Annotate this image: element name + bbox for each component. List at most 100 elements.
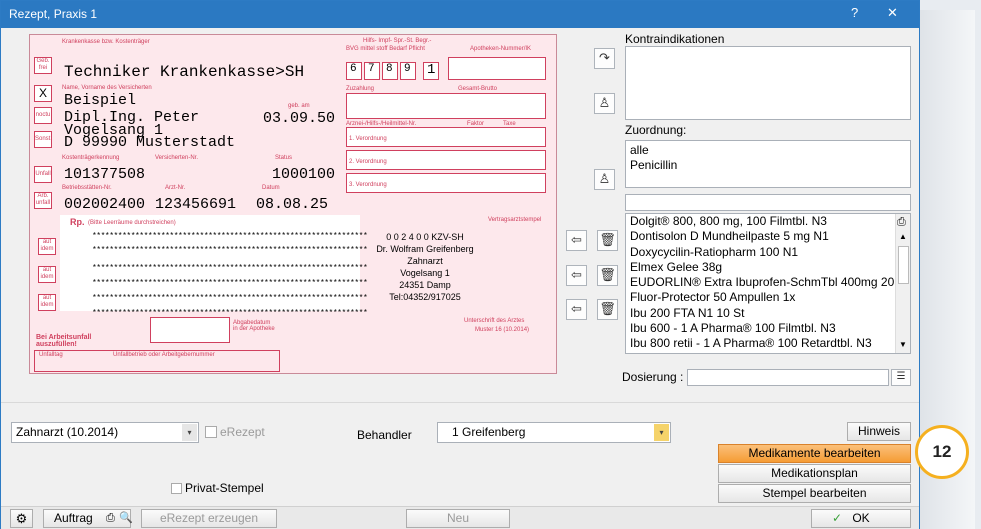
title-bar: Rezept, Praxis 1 ? ✕ <box>1 1 919 28</box>
geb-frei-box[interactable]: Geb. frei <box>34 57 52 74</box>
add-medication-3-button[interactable]: ⇦ <box>566 299 587 320</box>
chevron-down-icon[interactable]: ▾ <box>654 424 669 441</box>
arbeitsunfall-box[interactable]: Arb. unfall <box>34 192 52 209</box>
insurer-label: Krankenkasse bzw. Kostenträger <box>62 39 150 45</box>
scroll-down-arrow-icon[interactable]: ▼ <box>899 340 907 349</box>
betrieb-label: Betriebsstätten-Nr. <box>62 185 112 191</box>
stamp-line-6: Tel:04352/917025 <box>389 292 461 302</box>
arrow-left-icon: ⇦ <box>571 301 582 316</box>
kontra-assign-button[interactable]: ♙ <box>594 93 615 114</box>
add-medication-1-button[interactable]: ⇦ <box>566 230 587 251</box>
aut-idem-3[interactable]: aut idem <box>38 294 56 311</box>
verordnung-2-label: 2. Verordnung <box>349 159 387 165</box>
list-item[interactable]: Dontisolon D Mundheilpaste 5 mg N1 <box>626 229 896 244</box>
list-item[interactable]: Ibu 800 retii - 1 A Pharma® 100 Retardtb… <box>626 336 896 351</box>
list-item[interactable]: Ibu 600 - 1 A Pharma® 100 Filmtbl. N3 <box>626 321 896 336</box>
delete-medication-1-button[interactable]: 🗑 <box>597 230 618 251</box>
sonstige-box[interactable]: Sonst. <box>34 131 52 148</box>
erezept-erzeugen-button[interactable]: eRezept erzeugen <box>141 509 277 528</box>
stempel-bearbeiten-button[interactable]: Stempel bearbeiten <box>718 484 911 503</box>
code-8: 8 <box>386 63 393 75</box>
arzt-label: Arzt-Nr. <box>165 185 186 191</box>
stamp-line-1: 0 0 2 4 0 0 KZV-SH <box>386 232 464 242</box>
erezept-checkbox[interactable] <box>205 426 217 438</box>
patient-line-4: D 99990 Musterstadt <box>64 134 236 151</box>
printer-icon[interactable]: ⎙ <box>897 216 906 229</box>
ok-label: OK <box>852 511 870 525</box>
list-item[interactable]: Doxycycilin-Ratiopharm 100 N1 <box>626 245 896 260</box>
abgabe-box[interactable] <box>150 317 230 343</box>
close-button[interactable]: ✕ <box>887 5 898 21</box>
x-mark-box[interactable]: X <box>34 85 52 102</box>
hinweis-button[interactable]: Hinweis <box>847 422 911 441</box>
code-box-6[interactable]: 6 <box>346 62 362 80</box>
list-item[interactable]: Penicillin <box>626 158 910 173</box>
verordnung-1-box[interactable]: 1. Verordnung <box>346 127 546 147</box>
chevron-down-icon[interactable]: ▾ <box>182 424 197 441</box>
privat-stempel-checkbox[interactable] <box>171 483 182 494</box>
code-box-9[interactable]: 9 <box>400 62 416 80</box>
dosierung-input[interactable] <box>687 369 889 386</box>
list-item[interactable]: Ibu 200 FTA N1 10 St <box>626 306 896 321</box>
auftrag-button[interactable]: Auftrag ⎙ 🔍 <box>43 509 133 528</box>
form-type-value: Zahnarzt (10.2014) <box>16 425 119 439</box>
betrieb-value: 002002400 <box>64 196 146 213</box>
medikationsplan-button[interactable]: Medikationsplan <box>718 464 911 483</box>
code-box-1[interactable]: 1 <box>423 62 439 80</box>
code-7: 7 <box>368 63 375 75</box>
list-item[interactable]: alle <box>626 143 910 158</box>
medication-scrollbar[interactable]: ⎙ ▲ ▼ <box>895 214 910 353</box>
verordnung-3-box[interactable]: 3. Verordnung <box>346 173 546 193</box>
people-icon: ♙ <box>598 171 611 186</box>
kontra-textbox[interactable] <box>625 46 911 120</box>
code-box-8[interactable]: 8 <box>382 62 398 80</box>
unfall-details-box[interactable]: Unfalltag Unfallbetrieb oder Arbeitgeber… <box>34 350 280 372</box>
checkmark-icon: ✓ <box>832 511 843 525</box>
list-item[interactable]: Fluor-Protector 50 Ampullen 1x <box>626 290 896 305</box>
list-item[interactable]: Dolgit® 800, 800 mg, 100 Filmtbl. N3 <box>626 214 896 229</box>
code-box-7[interactable]: 7 <box>364 62 380 80</box>
status-value: 1000100 <box>272 166 336 183</box>
scrollbar-thumb[interactable] <box>898 246 909 284</box>
aut-idem-2[interactable]: aut idem <box>38 266 56 283</box>
versicherten-label: Versicherten-Nr. <box>155 155 199 161</box>
delete-medication-3-button[interactable]: 🗑 <box>597 299 618 320</box>
add-medication-2-button[interactable]: ⇦ <box>566 265 587 286</box>
zuordnung-label: Zuordnung: <box>625 123 687 137</box>
sonstige-label: Sonst. <box>35 136 53 142</box>
aut-idem-2-label: aut idem <box>40 267 54 280</box>
zuordnung-assign-button[interactable]: ♙ <box>594 169 615 190</box>
zuzahlung-box[interactable] <box>346 93 546 119</box>
list-item[interactable]: Elmex Gelee 38g <box>626 260 896 275</box>
medication-search-input[interactable] <box>625 194 911 211</box>
unfall-box[interactable]: Unfall <box>34 166 52 183</box>
list-item[interactable]: EUDORLIN® Extra Ibuprofen-SchmTbl 400mg … <box>626 275 896 290</box>
form-type-select[interactable]: Zahnarzt (10.2014) ▾ <box>11 422 199 443</box>
settings-button[interactable]: ⚙ <box>10 509 33 528</box>
behandler-select[interactable]: 1 Greifenberg ▾ <box>437 422 671 443</box>
auftrag-label: Auftrag <box>54 511 93 525</box>
noctu-box[interactable]: noctu <box>34 107 52 124</box>
hilfsmittel-label: Hilfs- Impf- Spr.-St. Begr.- <box>363 38 432 44</box>
neu-button[interactable]: Neu <box>406 509 510 528</box>
help-button[interactable]: ? <box>851 5 858 20</box>
hilfsmittel-sub-label: BVG mittel stoff Bedarf Pflicht <box>346 46 425 52</box>
verordnung-2-box[interactable]: 2. Verordnung <box>346 150 546 170</box>
delete-medication-2-button[interactable]: 🗑 <box>597 265 618 286</box>
redo-arrow-button[interactable]: ↷ <box>594 48 615 69</box>
pharmacy-number-box[interactable] <box>448 57 546 80</box>
scroll-up-arrow-icon[interactable]: ▲ <box>899 232 907 241</box>
rx-line-4: ****************************************… <box>92 279 368 288</box>
dosierung-list-button[interactable]: ☰ <box>891 369 911 386</box>
medikamente-bearbeiten-button[interactable]: Medikamente bearbeiten <box>718 444 911 463</box>
medication-list[interactable]: Dolgit® 800, 800 mg, 100 Filmtbl. N3 Don… <box>625 213 911 354</box>
zuordnung-list[interactable]: alle Penicillin <box>625 140 911 188</box>
window-title: Rezept, Praxis 1 <box>9 7 98 21</box>
kostentraeger-label: Kostenträgerkennung <box>62 155 120 161</box>
muster-label: Muster 16 (10.2014) <box>475 327 530 333</box>
aut-idem-1[interactable]: aut idem <box>38 238 56 255</box>
rx-line-2: ****************************************… <box>92 246 368 255</box>
patient-line-1: Beispiel <box>64 92 137 109</box>
noctu-label: noctu <box>35 112 51 118</box>
ok-button[interactable]: ✓ OK <box>811 509 911 528</box>
